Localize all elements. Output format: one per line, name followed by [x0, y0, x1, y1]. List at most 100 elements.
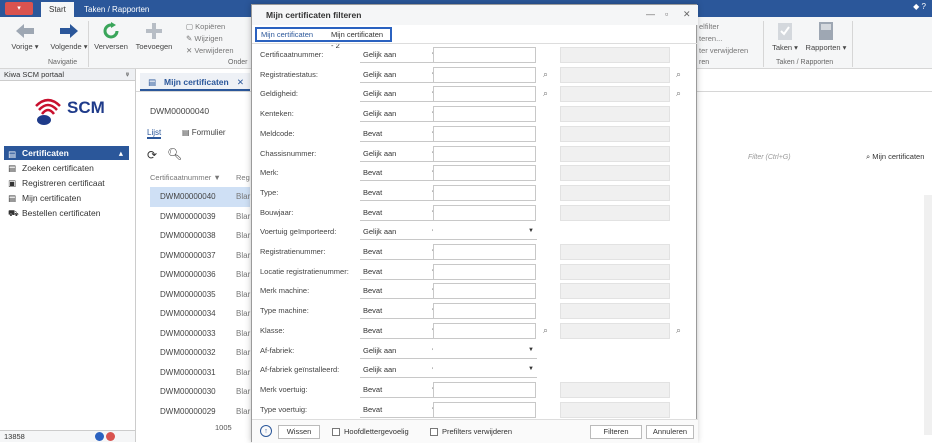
dialog-tab-2[interactable]: Mijn certificaten - 2	[327, 29, 390, 50]
operator-select[interactable]: Bevat▼	[360, 264, 440, 280]
table-row[interactable]: DWM00000037 Blar	[150, 246, 250, 266]
tab-start[interactable]: Start	[41, 2, 74, 17]
help-icon[interactable]: ◆ ?	[913, 2, 926, 11]
value-input[interactable]	[433, 125, 536, 142]
operator-select[interactable]: Gelijk aan▼	[360, 86, 440, 103]
table-row[interactable]: DWM00000029 Blar	[150, 402, 250, 422]
case-sensitive-checkbox[interactable]	[332, 428, 340, 436]
add-button[interactable]: Toevoegen	[134, 22, 174, 51]
rapporten-button[interactable]: Rapporten ▾	[803, 21, 849, 52]
subtab-lijst[interactable]: Lijst	[147, 128, 162, 139]
quick-filter-input[interactable]: Filter (Ctrl+G)	[744, 152, 858, 164]
value-input[interactable]	[433, 66, 536, 83]
edit-button[interactable]: ✎ Wijzigen	[186, 34, 223, 43]
close-icon[interactable]: ✕	[237, 73, 244, 91]
value-input[interactable]	[433, 322, 536, 339]
operator-select[interactable]: Bevat▼	[360, 165, 440, 182]
close-icon[interactable]: ✕	[683, 9, 691, 20]
operator-select[interactable]: Gelijk aan▼	[360, 362, 440, 379]
app-menu-button[interactable]: ▾	[5, 2, 33, 15]
value-input[interactable]	[433, 204, 536, 221]
value-input[interactable]	[433, 165, 536, 182]
value-input[interactable]	[433, 283, 536, 300]
operator-select[interactable]: Bevat▼	[360, 402, 440, 418]
back-button[interactable]: Vorige ▾	[6, 22, 44, 51]
table-row[interactable]: DWM00000036 Blar	[150, 265, 250, 285]
arrow-up-icon[interactable]: ↑	[260, 425, 272, 437]
filter-item-1[interactable]: elfilter	[699, 22, 719, 31]
table-row[interactable]: DWM00000035 Blar	[150, 285, 250, 305]
taken-button[interactable]: Taken ▾	[770, 21, 800, 52]
doc-tab-mijn-certificaten[interactable]: ▤ Mijn certificaten ✕	[140, 73, 250, 91]
filter-item-2[interactable]: teren...	[699, 34, 722, 43]
table-row[interactable]: DWM00000032 Blar	[150, 343, 250, 363]
operator-select[interactable]: Gelijk aan▼	[360, 146, 440, 162]
nav-item-zoeken[interactable]: ▤ Zoeken certificaten	[8, 163, 94, 173]
operator-select[interactable]: Bevat▼	[360, 185, 440, 201]
value-input[interactable]	[433, 145, 536, 162]
value-input[interactable]	[433, 263, 536, 280]
dialog-tab-1[interactable]: Mijn certificaten	[257, 29, 318, 40]
value-select[interactable]: ▼	[433, 224, 537, 241]
error-icon[interactable]	[106, 432, 115, 441]
zoom-search-icon[interactable]: 🔍︎	[167, 147, 182, 161]
operator-select[interactable]: Bevat▼	[360, 205, 440, 221]
operator-select[interactable]: Gelijk aan▼	[360, 106, 440, 123]
operator-select[interactable]: Bevat▼	[360, 244, 440, 260]
operator-select[interactable]: Bevat▼	[360, 382, 440, 398]
table-row[interactable]: DWM00000038 Blar	[150, 226, 250, 246]
minimize-icon[interactable]: —	[646, 9, 655, 19]
value-input[interactable]	[433, 381, 536, 398]
value-select[interactable]: ▼	[433, 362, 537, 379]
list-header[interactable]: Certificaatnummer ▼ Reg	[150, 173, 250, 185]
info-icon[interactable]	[95, 432, 104, 441]
value-input[interactable]	[433, 244, 536, 260]
filter-button[interactable]: Filteren	[590, 425, 642, 439]
search-icon[interactable]: ⌕	[543, 88, 548, 99]
tab-taken-rapporten[interactable]: Taken / Rapporten	[78, 2, 155, 17]
operator-select[interactable]: Gelijk aan▼	[360, 224, 440, 241]
table-row[interactable]: DWM00000031 Blar	[150, 363, 250, 383]
nav-item-bestellen[interactable]: ⛟ Bestellen certificaten	[8, 208, 100, 218]
value-input[interactable]	[433, 401, 536, 418]
operator-select[interactable]: Gelijk aan▼	[360, 343, 440, 359]
filter-scope[interactable]: ⌕ Mijn certificaten	[866, 152, 924, 162]
operator-select[interactable]: Bevat▼	[360, 283, 440, 300]
scrollbar[interactable]	[924, 195, 932, 435]
forward-button[interactable]: Volgende ▾	[48, 22, 90, 51]
table-row[interactable]: DWM00000039 Blar	[150, 207, 250, 227]
operator-select[interactable]: Bevat▼	[360, 126, 440, 142]
value-select[interactable]: ▼	[433, 342, 537, 359]
search-icon[interactable]: ⌕	[543, 325, 548, 336]
nav-item-mijn[interactable]: ▤ Mijn certificaten	[8, 193, 81, 203]
value-input[interactable]	[433, 106, 536, 123]
value-input[interactable]	[433, 303, 536, 320]
table-row[interactable]: DWM00000034 Blar	[150, 304, 250, 324]
table-row[interactable]: DWM00000040 Blar	[150, 187, 250, 207]
maximize-icon[interactable]: ▫	[665, 9, 668, 19]
refresh-button[interactable]: Verversen	[90, 22, 132, 51]
search-icon[interactable]: ⌕	[676, 69, 681, 80]
value-input[interactable]	[433, 184, 536, 201]
value-input[interactable]	[433, 47, 536, 63]
refresh-icon[interactable]: ⟳	[147, 148, 157, 162]
table-row[interactable]: DWM00000033 Blar	[150, 324, 250, 344]
search-icon[interactable]: ⌕	[676, 88, 681, 99]
pin-icon[interactable]: ᵠ	[126, 69, 129, 81]
value-input[interactable]	[433, 86, 536, 103]
operator-select[interactable]: Gelijk aan▼	[360, 67, 440, 83]
nav-header-certificaten[interactable]: ▤ Certificaten ▴	[4, 146, 129, 160]
search-icon[interactable]: ⌕	[676, 325, 681, 336]
search-icon[interactable]: ⌕	[543, 69, 548, 80]
copy-button[interactable]: ▢ Kopiëren	[186, 22, 225, 31]
operator-select[interactable]: Bevat▼	[360, 323, 440, 339]
table-row[interactable]: DWM00000030 Blar	[150, 382, 250, 402]
delete-button[interactable]: ✕ Verwijderen	[186, 46, 234, 55]
subtab-formulier[interactable]: ▤ Formulier	[182, 128, 226, 137]
nav-item-registreren[interactable]: ▣ Registreren certificaat	[8, 178, 105, 188]
filter-item-3[interactable]: ter verwijderen	[699, 46, 748, 55]
collapse-icon[interactable]: ▴	[119, 146, 123, 160]
operator-select[interactable]: Bevat▼	[360, 303, 440, 320]
operator-select[interactable]: Gelijk aan▼	[360, 47, 440, 63]
clear-button[interactable]: Wissen	[278, 425, 320, 439]
